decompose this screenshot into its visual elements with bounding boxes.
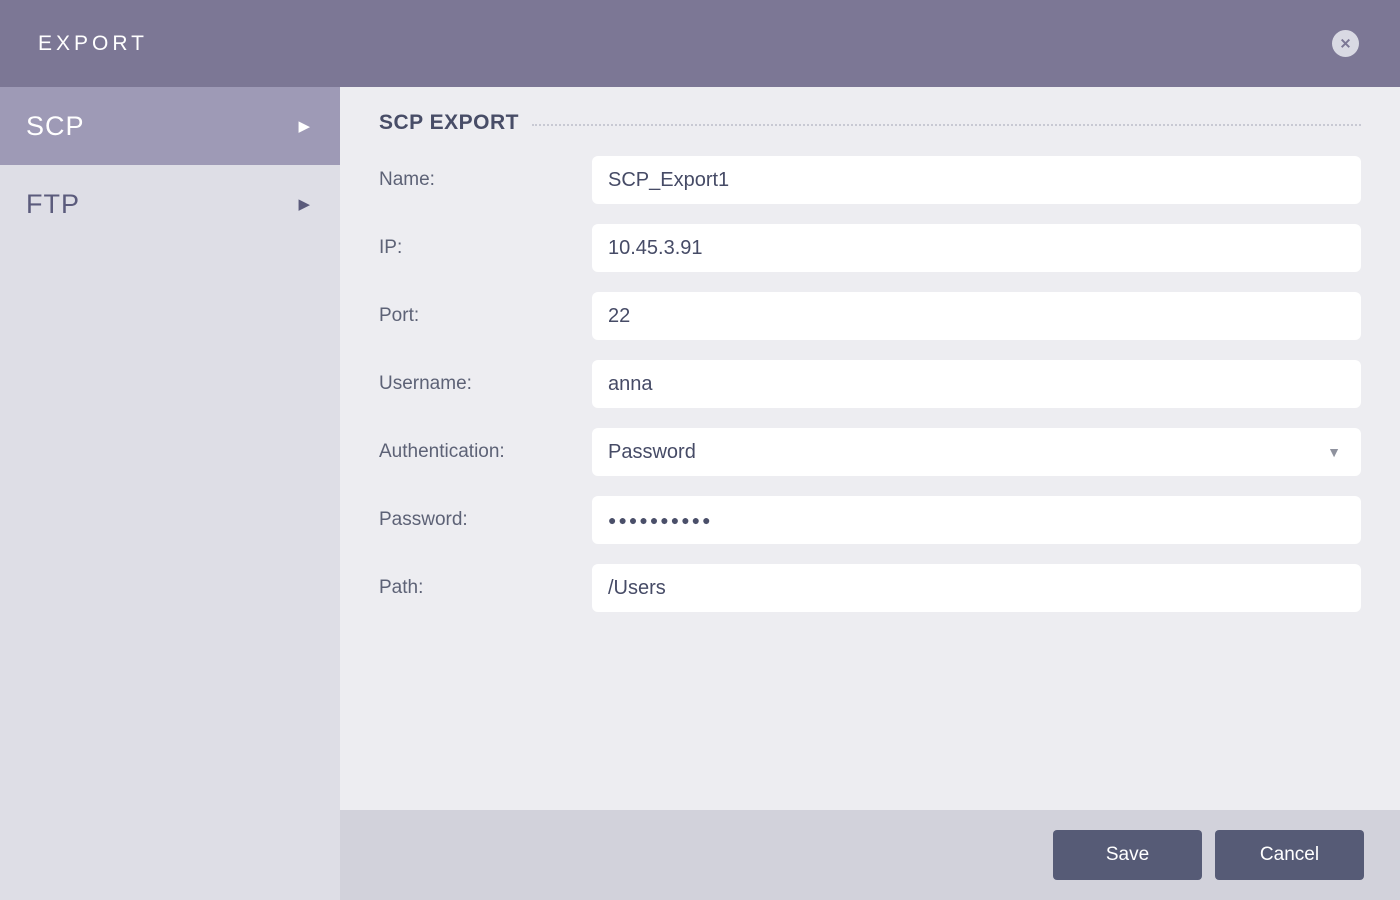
form-row-authentication: Authentication: Password ▼: [379, 428, 1361, 476]
save-button[interactable]: Save: [1053, 830, 1202, 880]
footer-bar: Save Cancel: [340, 810, 1400, 900]
section-header: SCP EXPORT: [379, 109, 1361, 137]
close-button[interactable]: ✕: [1332, 30, 1359, 57]
cancel-button[interactable]: Cancel: [1215, 830, 1364, 880]
path-input[interactable]: [592, 564, 1361, 612]
username-input[interactable]: [592, 360, 1361, 408]
ip-input[interactable]: [592, 224, 1361, 272]
scp-export-form: Name: IP: Port: Username: Authentication…: [379, 156, 1361, 612]
name-label: Name:: [379, 169, 592, 191]
authentication-selected-value: Password: [608, 441, 696, 464]
ip-label: IP:: [379, 237, 592, 259]
export-dialog: EXPORT ✕ SCP ▶ FTP ▶ SCP EXPORT Name: IP…: [0, 0, 1400, 900]
chevron-right-icon: ▶: [298, 197, 311, 212]
password-input[interactable]: [592, 496, 1361, 544]
divider: [532, 124, 1361, 126]
content-area: SCP EXPORT Name: IP: Port: Username: A: [340, 87, 1400, 810]
form-row-path: Path:: [379, 564, 1361, 612]
name-input[interactable]: [592, 156, 1361, 204]
header: EXPORT ✕: [0, 0, 1400, 87]
path-label: Path:: [379, 577, 592, 599]
port-input[interactable]: [592, 292, 1361, 340]
username-label: Username:: [379, 373, 592, 395]
close-icon: ✕: [1340, 36, 1352, 50]
form-row-ip: IP:: [379, 224, 1361, 272]
authentication-label: Authentication:: [379, 441, 592, 463]
section-title: SCP EXPORT: [379, 111, 519, 135]
form-row-name: Name:: [379, 156, 1361, 204]
password-label: Password:: [379, 509, 592, 531]
sidebar: SCP ▶ FTP ▶: [0, 87, 340, 900]
port-label: Port:: [379, 305, 592, 327]
form-row-username: Username:: [379, 360, 1361, 408]
form-row-password: Password:: [379, 496, 1361, 544]
form-row-port: Port:: [379, 292, 1361, 340]
chevron-down-icon: ▼: [1327, 445, 1341, 459]
page-title: EXPORT: [38, 32, 148, 56]
sidebar-item-ftp-label: FTP: [26, 189, 80, 220]
sidebar-item-scp-label: SCP: [26, 111, 85, 142]
sidebar-item-ftp[interactable]: FTP ▶: [0, 165, 340, 243]
chevron-right-icon: ▶: [298, 119, 311, 134]
authentication-select[interactable]: Password ▼: [592, 428, 1361, 476]
sidebar-item-scp[interactable]: SCP ▶: [0, 87, 340, 165]
